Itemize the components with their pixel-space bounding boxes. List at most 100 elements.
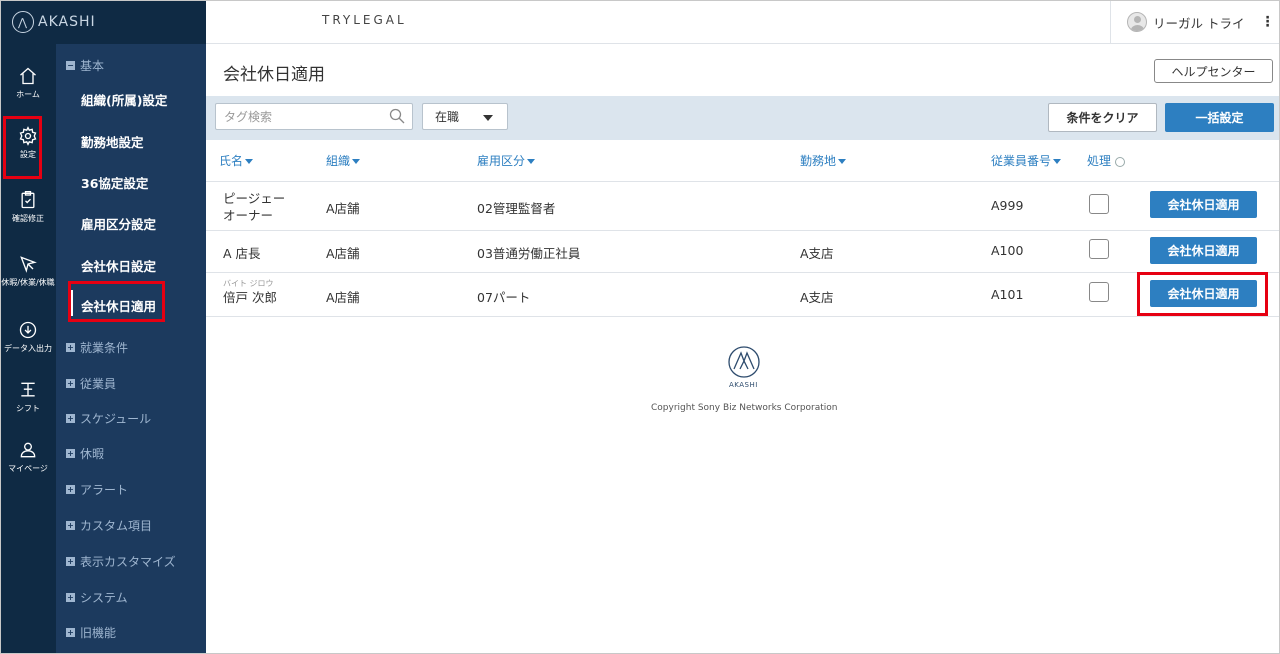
status-select[interactable]: 在職 [422, 103, 508, 130]
section-legacy[interactable]: + 旧機能 [66, 624, 116, 641]
rail-item-label: 休暇/休業/休職 [1, 278, 55, 287]
apply-button-highlight-box [1137, 272, 1268, 316]
info-icon[interactable] [1115, 156, 1126, 167]
cell-workplace: A支店 [800, 246, 834, 261]
help-center-button[interactable]: ヘルプセンター [1154, 59, 1273, 83]
section-alert[interactable]: + アラート [66, 481, 128, 498]
subnav-item-36-agreement[interactable]: 36協定設定 [81, 173, 148, 192]
sort-icon [838, 159, 847, 164]
subnav-item-employment-type[interactable]: 雇用区分設定 [81, 214, 156, 233]
clear-filters-button[interactable]: 条件をクリア [1048, 103, 1157, 132]
apply-holiday-button[interactable]: 会社休日適用 [1150, 191, 1257, 218]
section-display-customize[interactable]: + 表示カスタマイズ [66, 553, 176, 570]
cell-emp-no: A101 [991, 287, 1024, 302]
section-system[interactable]: + システム [66, 589, 128, 606]
column-header-org[interactable]: 組織 [326, 152, 361, 169]
expand-icon: + [66, 593, 75, 602]
akashi-logo-icon: ⋀ [12, 11, 34, 33]
rail-item-data-io[interactable]: データ入出力 [0, 320, 56, 354]
user-menu[interactable]: リーガル トライ ⋮ [1110, 0, 1280, 44]
sort-icon [1053, 159, 1062, 164]
expand-icon: + [66, 343, 75, 352]
subnav-item-org[interactable]: 組織(所属)設定 [81, 90, 167, 109]
app-logo[interactable]: ⋀ AKASHI [0, 0, 206, 44]
settings-highlight-box [3, 116, 42, 179]
expand-icon: + [66, 449, 75, 458]
cell-employment: 07パート [477, 290, 531, 305]
tag-search-input[interactable] [215, 103, 413, 130]
user-name: リーガル トライ [1153, 15, 1245, 31]
section-leave[interactable]: + 休暇 [66, 445, 104, 462]
table-row [206, 273, 1280, 317]
subnav-item-company-holiday-setting[interactable]: 会社休日設定 [81, 256, 156, 275]
expand-icon: + [66, 557, 75, 566]
cell-employment: 03普通労働正社員 [477, 246, 581, 261]
search-icon[interactable] [389, 108, 405, 124]
cell-org: A店舗 [326, 290, 360, 305]
avatar-icon [1127, 12, 1147, 32]
column-header-workplace[interactable]: 勤務地 [800, 152, 847, 169]
sort-icon [245, 159, 254, 164]
section-custom-fields[interactable]: + カスタム項目 [66, 517, 152, 534]
rail-item-label: データ入出力 [4, 344, 52, 353]
status-select-value: 在職 [435, 110, 460, 124]
shift-icon [21, 382, 35, 397]
column-header-process: 処理 [1087, 152, 1126, 169]
section-work-conditions[interactable]: + 就業条件 [66, 339, 128, 356]
row-checkbox[interactable] [1089, 194, 1109, 214]
rail-item-leave[interactable]: 休暇/休業/休職 [0, 254, 56, 288]
row-checkbox[interactable] [1089, 239, 1109, 259]
company-name: TRYLEGAL [322, 13, 407, 27]
cell-emp-no: A999 [991, 198, 1024, 213]
expand-icon: + [66, 379, 75, 388]
expand-icon: + [66, 521, 75, 530]
kebab-icon[interactable]: ⋮ [1260, 14, 1274, 30]
section-schedule[interactable]: + スケジュール [66, 410, 151, 427]
brand-name: AKASHI [38, 14, 96, 30]
copyright-text: Copyright Sony Biz Networks Corporation [651, 403, 838, 413]
cell-workplace: A支店 [800, 290, 834, 305]
rail-item-label: シフト [16, 404, 40, 413]
top-header: TRYLEGAL リーガル トライ ⋮ [206, 0, 1280, 44]
sort-icon [527, 159, 536, 164]
active-item-highlight-box [68, 281, 165, 322]
row-checkbox[interactable] [1089, 282, 1109, 302]
rail-item-home[interactable]: ホーム [0, 66, 56, 100]
bulk-setting-button[interactable]: 一括設定 [1165, 103, 1274, 132]
person-icon [20, 442, 36, 458]
expand-icon: + [66, 485, 75, 494]
apply-holiday-button[interactable]: 会社休日適用 [1150, 237, 1257, 264]
column-header-emp-no[interactable]: 従業員番号 [991, 152, 1062, 169]
rail-item-mypage[interactable]: マイページ [0, 440, 56, 474]
section-basic[interactable]: − 基本 [66, 57, 104, 74]
subnav-item-workplace[interactable]: 勤務地設定 [81, 132, 144, 151]
cell-org: A店舗 [326, 201, 360, 216]
expand-icon: + [66, 628, 75, 637]
column-header-name[interactable]: 氏名 [219, 152, 254, 169]
cell-name: 倍戸 次郎 [223, 290, 277, 305]
clipboard-icon [21, 191, 35, 209]
rail-item-label: ホーム [16, 90, 40, 99]
sort-icon [352, 159, 361, 164]
rail-item-review[interactable]: 確認修正 [0, 190, 56, 224]
column-header-employment[interactable]: 雇用区分 [477, 152, 536, 169]
expand-icon: + [66, 414, 75, 423]
rail-item-label: マイページ [8, 464, 48, 473]
caret-down-icon [483, 115, 493, 121]
cell-org: A店舗 [326, 246, 360, 261]
cell-employment: 02管理監督者 [477, 201, 556, 216]
section-employees[interactable]: + 従業員 [66, 375, 116, 392]
home-icon [20, 67, 36, 85]
cell-emp-no: A100 [991, 243, 1024, 258]
table-row [206, 231, 1280, 273]
page-title: 会社休日適用 [223, 65, 325, 85]
filter-bar: 在職 条件をクリア 一括設定 [206, 96, 1280, 140]
rail-item-label: 確認修正 [12, 214, 44, 223]
table-row [206, 182, 1280, 231]
plane-icon [20, 256, 37, 273]
cell-name: A 店長 [223, 246, 261, 261]
download-icon [19, 321, 37, 339]
akashi-footer-logo-icon [728, 346, 760, 378]
rail-item-shift[interactable]: シフト [0, 380, 56, 414]
cell-name-line2: オーナー [223, 208, 274, 223]
